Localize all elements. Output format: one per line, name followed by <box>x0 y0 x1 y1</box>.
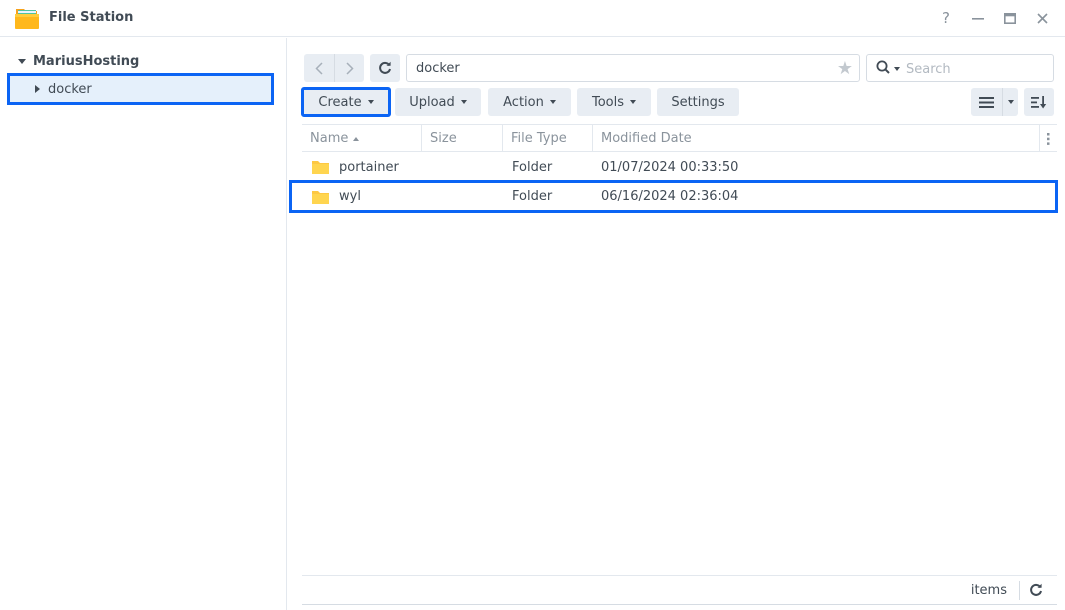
list-view-button[interactable] <box>971 88 1002 116</box>
view-mode-dropdown[interactable] <box>1002 88 1018 116</box>
caret-down-icon <box>367 100 374 104</box>
settings-label: Settings <box>671 94 725 110</box>
column-label: File Type <box>511 131 567 146</box>
path-bar[interactable]: docker ★ <box>406 54 860 82</box>
column-label: Name <box>310 131 349 146</box>
refresh-icon <box>1030 583 1042 596</box>
file-type: Folder <box>512 189 553 204</box>
sidebar-item-label: docker <box>48 81 92 97</box>
sidebar-item-docker[interactable]: docker <box>7 73 274 105</box>
column-label: Modified Date <box>601 131 692 146</box>
folder-icon <box>312 161 329 174</box>
column-header-file-type[interactable]: File Type <box>503 125 593 152</box>
sort-button[interactable] <box>1024 88 1054 116</box>
help-icon: ? <box>942 9 950 27</box>
view-mode-switch <box>971 88 1018 116</box>
maximize-button[interactable] <box>999 7 1021 29</box>
column-header-modified-date[interactable]: Modified Date <box>593 125 993 152</box>
search-input[interactable] <box>906 60 1046 78</box>
back-button[interactable] <box>304 54 334 82</box>
file-list-header: Name Size File Type Modified Date <box>302 124 1057 152</box>
caret-down-icon <box>460 100 467 104</box>
list-view-icon <box>979 96 994 108</box>
tools-label: Tools <box>591 94 625 110</box>
refresh-icon <box>379 61 391 74</box>
create-button[interactable]: Create <box>301 87 391 117</box>
column-options-button[interactable] <box>1039 125 1057 152</box>
chevron-right-icon <box>345 61 354 75</box>
search-icon[interactable] <box>876 60 890 74</box>
settings-button[interactable]: Settings <box>657 88 739 116</box>
app-title: File Station <box>49 10 134 25</box>
action-label: Action <box>503 94 544 110</box>
file-row[interactable]: wyl Folder 06/16/2024 02:36:04 <box>289 180 1058 213</box>
caret-down-icon <box>1007 100 1014 104</box>
tree-root-node[interactable]: MariusHosting <box>18 52 139 70</box>
folder-icon <box>312 190 329 204</box>
column-header-size[interactable]: Size <box>422 125 503 152</box>
file-name: wyl <box>339 189 361 204</box>
search-box[interactable] <box>866 54 1054 82</box>
divider <box>1019 581 1020 600</box>
file-type: Folder <box>512 159 553 175</box>
file-row[interactable]: portainer Folder 01/07/2024 00:33:50 <box>302 152 1057 182</box>
caret-down-icon <box>549 100 556 104</box>
tools-button[interactable]: Tools <box>577 88 651 116</box>
tree-root-label: MariusHosting <box>33 53 140 69</box>
favorite-star-icon[interactable]: ★ <box>837 58 853 79</box>
status-bar: items <box>302 575 1057 605</box>
forward-button[interactable] <box>334 54 364 82</box>
close-icon <box>1036 12 1048 24</box>
create-label: Create <box>318 94 362 110</box>
file-modified: 06/16/2024 02:36:04 <box>601 189 739 204</box>
file-modified: 01/07/2024 00:33:50 <box>601 159 739 175</box>
action-button[interactable]: Action <box>488 88 571 116</box>
maximize-icon <box>1004 12 1016 24</box>
caret-down-icon <box>630 100 637 104</box>
minimize-button[interactable] <box>967 7 989 29</box>
more-vertical-icon <box>1047 132 1050 145</box>
upload-button[interactable]: Upload <box>395 88 481 116</box>
current-path: docker <box>416 61 460 76</box>
search-options-caret-icon[interactable] <box>894 67 900 71</box>
item-count-label: items <box>970 583 1007 598</box>
status-refresh-button[interactable] <box>1027 581 1045 599</box>
title-bar: File Station ? <box>0 0 1065 37</box>
help-button[interactable]: ? <box>935 7 957 29</box>
minimize-icon <box>972 18 984 20</box>
close-button[interactable] <box>1031 7 1053 29</box>
sidebar-tree: MariusHosting docker <box>0 38 287 610</box>
chevron-left-icon <box>315 61 323 75</box>
column-label: Size <box>430 131 457 146</box>
caret-right-icon[interactable] <box>35 85 40 93</box>
file-name: portainer <box>339 159 399 175</box>
history-nav <box>304 54 364 82</box>
sort-icon <box>1031 95 1047 108</box>
sort-ascending-icon <box>353 136 360 141</box>
refresh-button[interactable] <box>370 54 400 82</box>
upload-label: Upload <box>409 94 455 110</box>
column-header-name[interactable]: Name <box>302 125 422 152</box>
file-station-app-icon <box>15 9 39 29</box>
caret-down-icon[interactable] <box>18 58 26 64</box>
